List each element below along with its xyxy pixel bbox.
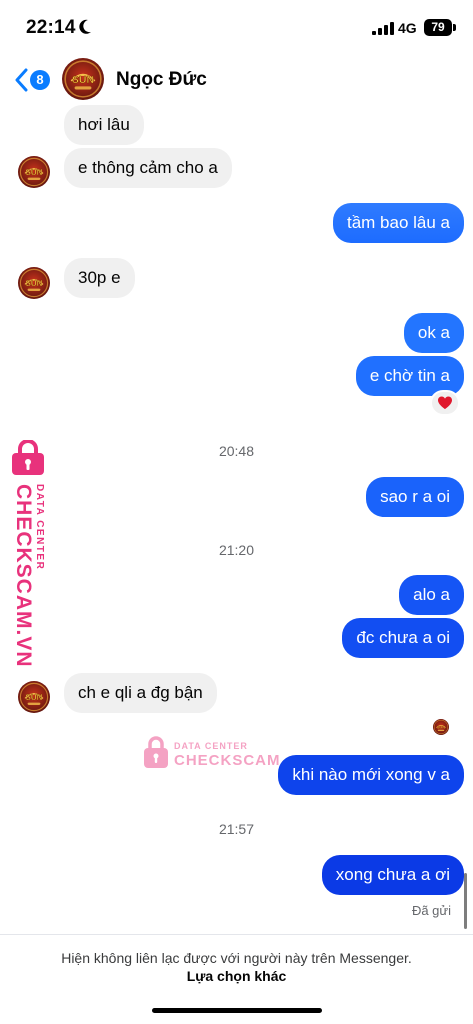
other-options-link[interactable]: Lựa chọn khác: [0, 968, 473, 984]
battery-icon: 79: [424, 19, 452, 36]
chat-header: 8 Ngọc Đức: [0, 52, 473, 108]
heart-icon: [438, 396, 452, 409]
outgoing-message[interactable]: alo a: [399, 575, 464, 615]
moon-icon: [79, 19, 91, 34]
watermark-side: CHECKSCAM.VN DATA CENTER: [4, 440, 54, 668]
sent-status: Đã gửi: [411, 903, 451, 918]
home-indicator[interactable]: [152, 1008, 322, 1013]
watermark-lock-icon: [144, 736, 168, 768]
message-reaction[interactable]: [430, 390, 460, 416]
read-receipt-avatar: [433, 719, 449, 735]
outgoing-message[interactable]: sao r a oi: [366, 477, 464, 517]
unread-count-badge[interactable]: 8: [30, 70, 50, 90]
network-label: 4G: [398, 20, 417, 36]
watermark-center: DATA CENTER CHECKSCAM: [142, 735, 292, 775]
watermark-brand: CHECKSCAM: [174, 752, 281, 769]
sender-avatar[interactable]: [18, 156, 50, 188]
watermark-lock-icon: [12, 440, 44, 475]
status-time: 22:14: [26, 17, 76, 38]
time-separator: 21:20: [218, 542, 255, 558]
incoming-message[interactable]: ch e qli a đg bận: [64, 673, 217, 713]
incoming-message[interactable]: hơi lâu: [64, 105, 144, 145]
time-separator: 21:57: [218, 821, 255, 837]
time-separator: 20:48: [218, 443, 255, 459]
outgoing-message[interactable]: khi nào mới xong v a: [278, 755, 464, 795]
outgoing-message[interactable]: tầm bao lâu a: [332, 203, 464, 243]
unavailable-notice: Hiện không liên lạc được với người này t…: [61, 950, 412, 966]
battery-level: 79: [431, 20, 445, 34]
outgoing-message[interactable]: ok a: [403, 313, 464, 353]
sender-avatar[interactable]: [18, 267, 50, 299]
outgoing-message[interactable]: đc chưa a oi: [342, 618, 464, 658]
scrollbar[interactable]: [464, 873, 467, 929]
footer-divider: [0, 934, 473, 935]
signal-icon: [372, 22, 394, 35]
sender-avatar[interactable]: [18, 681, 50, 713]
status-bar: 22:14 4G 79: [0, 0, 473, 52]
contact-avatar[interactable]: [62, 58, 104, 100]
watermark-brand: CHECKSCAM.VN: [12, 484, 35, 668]
battery-tip: [453, 24, 456, 31]
back-chevron-icon[interactable]: [14, 68, 28, 92]
incoming-message[interactable]: 30p e: [64, 258, 135, 298]
watermark-subtitle: DATA CENTER: [34, 484, 45, 571]
contact-name[interactable]: Ngọc Đức: [116, 69, 207, 91]
outgoing-message[interactable]: xong chưa a ơi: [321, 855, 464, 895]
watermark-subtitle: DATA CENTER: [174, 741, 248, 751]
incoming-message[interactable]: e thông cảm cho a: [64, 148, 232, 188]
